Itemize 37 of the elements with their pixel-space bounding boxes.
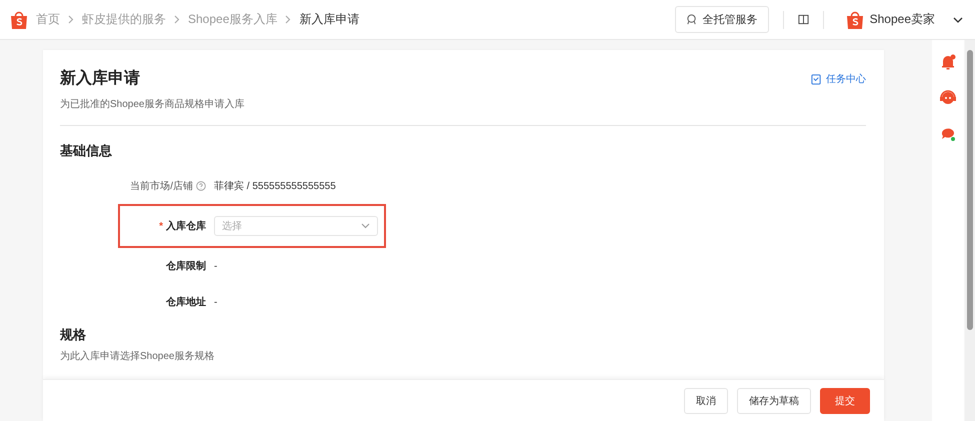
breadcrumb-item: 新入库申请 [299,11,360,28]
scrollbar-thumb[interactable] [967,50,973,330]
service-button[interactable]: 全托管服务 [674,6,769,33]
section-subtitle: 为此入库申请选择Shopee服务规格 [60,350,216,363]
chevron-down-icon[interactable] [953,16,963,24]
submit-button[interactable]: 提交 [820,388,870,414]
chevron-right-icon [285,15,292,24]
section-title: 规格 [60,326,87,344]
footer-button[interactable]: 取消 [684,388,728,414]
field-label: 当前市场/店铺 [130,180,193,193]
bell-icon[interactable] [940,54,956,70]
field-value: 菲律宾 / 555555555555555 [214,180,336,193]
breadcrumb-item[interactable]: Shopee服务入库 [188,11,278,28]
account-name[interactable]: Shopee卖家 [870,11,935,28]
page-title: 新入库申请 [60,68,141,89]
task-center-link[interactable]: 任务中心 [811,72,866,86]
section-title: 基础信息 [60,142,113,160]
chevron-right-icon [174,15,180,24]
field-value: - [214,260,218,272]
badge-icon [686,14,697,25]
chat-icon[interactable] [940,126,956,142]
required-mark: * [159,220,163,232]
chevron-down-icon [361,223,370,229]
task-icon [811,74,822,84]
breadcrumb-item[interactable]: 首页 [36,11,60,28]
shopee-logo [846,10,864,30]
chevron-right-icon [68,15,74,24]
field-label: 仓库限制 [166,259,206,273]
shopee-logo [10,10,28,30]
book-icon[interactable] [798,14,809,25]
field-label: 入库仓库 [166,219,206,233]
field-label: 仓库地址 [166,295,206,309]
field-value: - [214,296,218,308]
footer-button[interactable]: 储存为草稿 [737,388,811,414]
breadcrumb-item[interactable]: 虾皮提供的服务 [82,11,166,28]
support-agent-icon[interactable] [939,90,957,106]
page-subtitle: 为已批准的Shopee服务商品规格申请入库 [60,98,244,111]
